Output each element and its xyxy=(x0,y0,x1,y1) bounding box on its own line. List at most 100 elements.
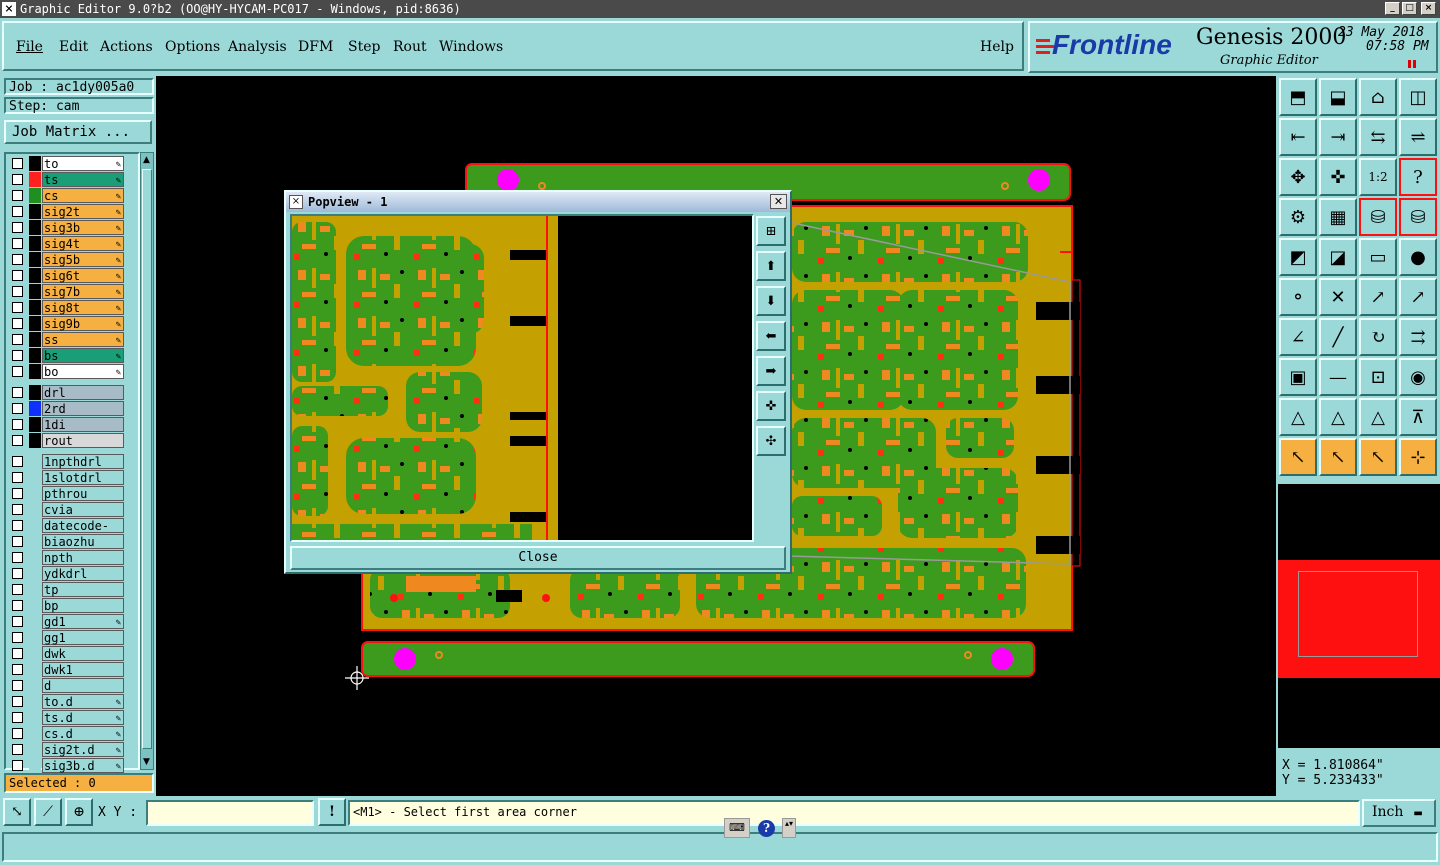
layer-color-swatch[interactable] xyxy=(29,742,41,757)
layer-checkbox[interactable] xyxy=(12,190,23,201)
layer-name[interactable]: sig4t ✎ xyxy=(42,236,124,251)
layer-checkbox[interactable] xyxy=(12,387,23,398)
minimize-button[interactable]: _ xyxy=(1385,2,1400,15)
layer-row[interactable]: pthrou xyxy=(8,486,136,501)
layer-checkbox[interactable] xyxy=(12,632,23,643)
layer-name[interactable]: sig3b ✎ xyxy=(42,220,124,235)
layer-row[interactable]: gd1 ✎ xyxy=(8,614,136,629)
layer-color-swatch[interactable] xyxy=(29,188,41,203)
layer-checkbox[interactable] xyxy=(12,318,23,329)
layer-color-swatch[interactable] xyxy=(29,236,41,251)
layer-row[interactable]: rout xyxy=(8,433,136,448)
layer-checkbox[interactable] xyxy=(12,648,23,659)
popview-close-icon[interactable]: ✕ xyxy=(770,194,787,209)
layer-color-swatch[interactable] xyxy=(29,614,41,629)
layer-name[interactable]: pthrou xyxy=(42,486,124,501)
overview-panel[interactable] xyxy=(1278,484,1440,748)
layer-row[interactable]: bo ✎ xyxy=(8,364,136,379)
menu-dfm[interactable]: DFM xyxy=(298,39,333,55)
scroll-down-icon[interactable]: ▼ xyxy=(143,757,150,767)
layer-name[interactable]: gg1 xyxy=(42,630,124,645)
layer-color-swatch[interactable] xyxy=(29,758,41,773)
pop-pan-up-icon[interactable]: ⬆ xyxy=(756,251,786,281)
layer-checkbox[interactable] xyxy=(12,728,23,739)
layer-row[interactable]: ts ✎ xyxy=(8,172,136,187)
layer-name[interactable]: gd1 ✎ xyxy=(42,614,124,629)
layer-checkbox[interactable] xyxy=(12,366,23,377)
scroll-thumb[interactable] xyxy=(142,169,152,749)
menu-windows[interactable]: Windows xyxy=(439,39,503,55)
layer-row[interactable]: 2rd xyxy=(8,401,136,416)
layer-name[interactable]: bo ✎ xyxy=(42,364,124,379)
home-icon[interactable]: ⬓ xyxy=(1319,78,1357,116)
layer-row[interactable]: sig2t.d ✎ xyxy=(8,742,136,757)
layer-name[interactable]: drl xyxy=(42,385,124,400)
popview-canvas[interactable] xyxy=(290,214,754,542)
layer-color-swatch[interactable] xyxy=(29,401,41,416)
layer-checkbox[interactable] xyxy=(12,472,23,483)
layer-color-swatch[interactable] xyxy=(29,550,41,565)
connect-icon[interactable]: ⚬ xyxy=(1279,278,1317,316)
net-icon[interactable]: ⊹ xyxy=(1399,438,1437,476)
scroll-up-icon[interactable]: ▲ xyxy=(143,155,150,165)
ruler-icon[interactable]: ▭ xyxy=(1359,238,1397,276)
layer-name[interactable]: rout xyxy=(42,433,124,448)
settings-icon[interactable]: ⚙ xyxy=(1279,198,1317,236)
layer-color-swatch[interactable] xyxy=(29,566,41,581)
layer-color-swatch[interactable] xyxy=(29,364,41,379)
xy-input[interactable] xyxy=(146,800,314,826)
layer-checkbox[interactable] xyxy=(12,744,23,755)
pan-right-icon[interactable]: ⇥ xyxy=(1319,118,1357,156)
layer-checkbox[interactable] xyxy=(12,403,23,414)
measure-box-icon[interactable]: ⊡ xyxy=(1359,358,1397,396)
node-icon[interactable]: ↗ xyxy=(1399,278,1437,316)
layer-checkbox[interactable] xyxy=(12,334,23,345)
layer-row[interactable]: ydkdrl xyxy=(8,566,136,581)
pop-pan-left-icon[interactable]: ⬅ xyxy=(756,321,786,351)
menu-actions[interactable]: Actions xyxy=(100,39,153,55)
layer-row[interactable]: biaozhu xyxy=(8,534,136,549)
layer-color-swatch[interactable] xyxy=(29,630,41,645)
layer-checkbox[interactable] xyxy=(12,158,23,169)
triangle-alt-icon[interactable]: △ xyxy=(1319,398,1357,436)
close-window-button[interactable]: × xyxy=(1421,2,1436,15)
layer-color-swatch[interactable] xyxy=(29,694,41,709)
layer-row[interactable]: dwk1 xyxy=(8,662,136,677)
layer-color-swatch[interactable] xyxy=(29,502,41,517)
window-icon[interactable]: ◫ xyxy=(1399,78,1437,116)
layer-color-swatch[interactable] xyxy=(29,348,41,363)
menu-file[interactable]: File xyxy=(16,39,43,55)
layer-color-swatch[interactable] xyxy=(29,417,41,432)
layer-color-swatch[interactable] xyxy=(29,710,41,725)
layer-color-swatch[interactable] xyxy=(29,518,41,533)
pointer-alt-icon[interactable]: ↖ xyxy=(1359,438,1397,476)
layer-checkbox[interactable] xyxy=(12,222,23,233)
layer-color-swatch[interactable] xyxy=(29,332,41,347)
menu-help[interactable]: Help xyxy=(980,39,1014,55)
layer-checkbox[interactable] xyxy=(12,712,23,723)
layer-row[interactable]: tp xyxy=(8,582,136,597)
layer-color-swatch[interactable] xyxy=(29,470,41,485)
layers-alt-icon[interactable]: ⛁ xyxy=(1399,198,1437,236)
layer-row[interactable]: sig9b ✎ xyxy=(8,316,136,331)
layer-name[interactable]: 1di xyxy=(42,417,124,432)
angle-icon[interactable]: ∠ xyxy=(1279,318,1317,356)
pop-pan-down-icon[interactable]: ⬇ xyxy=(756,286,786,316)
unit-selector[interactable]: Inch ▬ xyxy=(1362,799,1436,827)
layer-row[interactable]: datecode-to xyxy=(8,518,136,547)
layer-checkbox[interactable] xyxy=(12,696,23,707)
layer-row[interactable]: d xyxy=(8,678,136,693)
layer-row[interactable]: sig8t ✎ xyxy=(8,300,136,315)
layer-row[interactable]: sig2t ✎ xyxy=(8,204,136,219)
layer-checkbox[interactable] xyxy=(12,286,23,297)
menu-analysis[interactable]: Analysis xyxy=(228,39,287,55)
dot-icon[interactable]: ● xyxy=(1399,238,1437,276)
layer-name[interactable]: sig2t ✎ xyxy=(42,204,124,219)
layer-name[interactable]: sig6t ✎ xyxy=(42,268,124,283)
slash-icon[interactable]: ╱ xyxy=(1319,318,1357,356)
ime-arrows-icon[interactable]: ▴▾ xyxy=(782,818,796,838)
triangle-cross-icon[interactable]: ⊼ xyxy=(1399,398,1437,436)
layer-row[interactable]: ts.d ✎ xyxy=(8,710,136,725)
layer-name[interactable]: to ✎ xyxy=(42,156,124,171)
layer-checkbox[interactable] xyxy=(12,174,23,185)
